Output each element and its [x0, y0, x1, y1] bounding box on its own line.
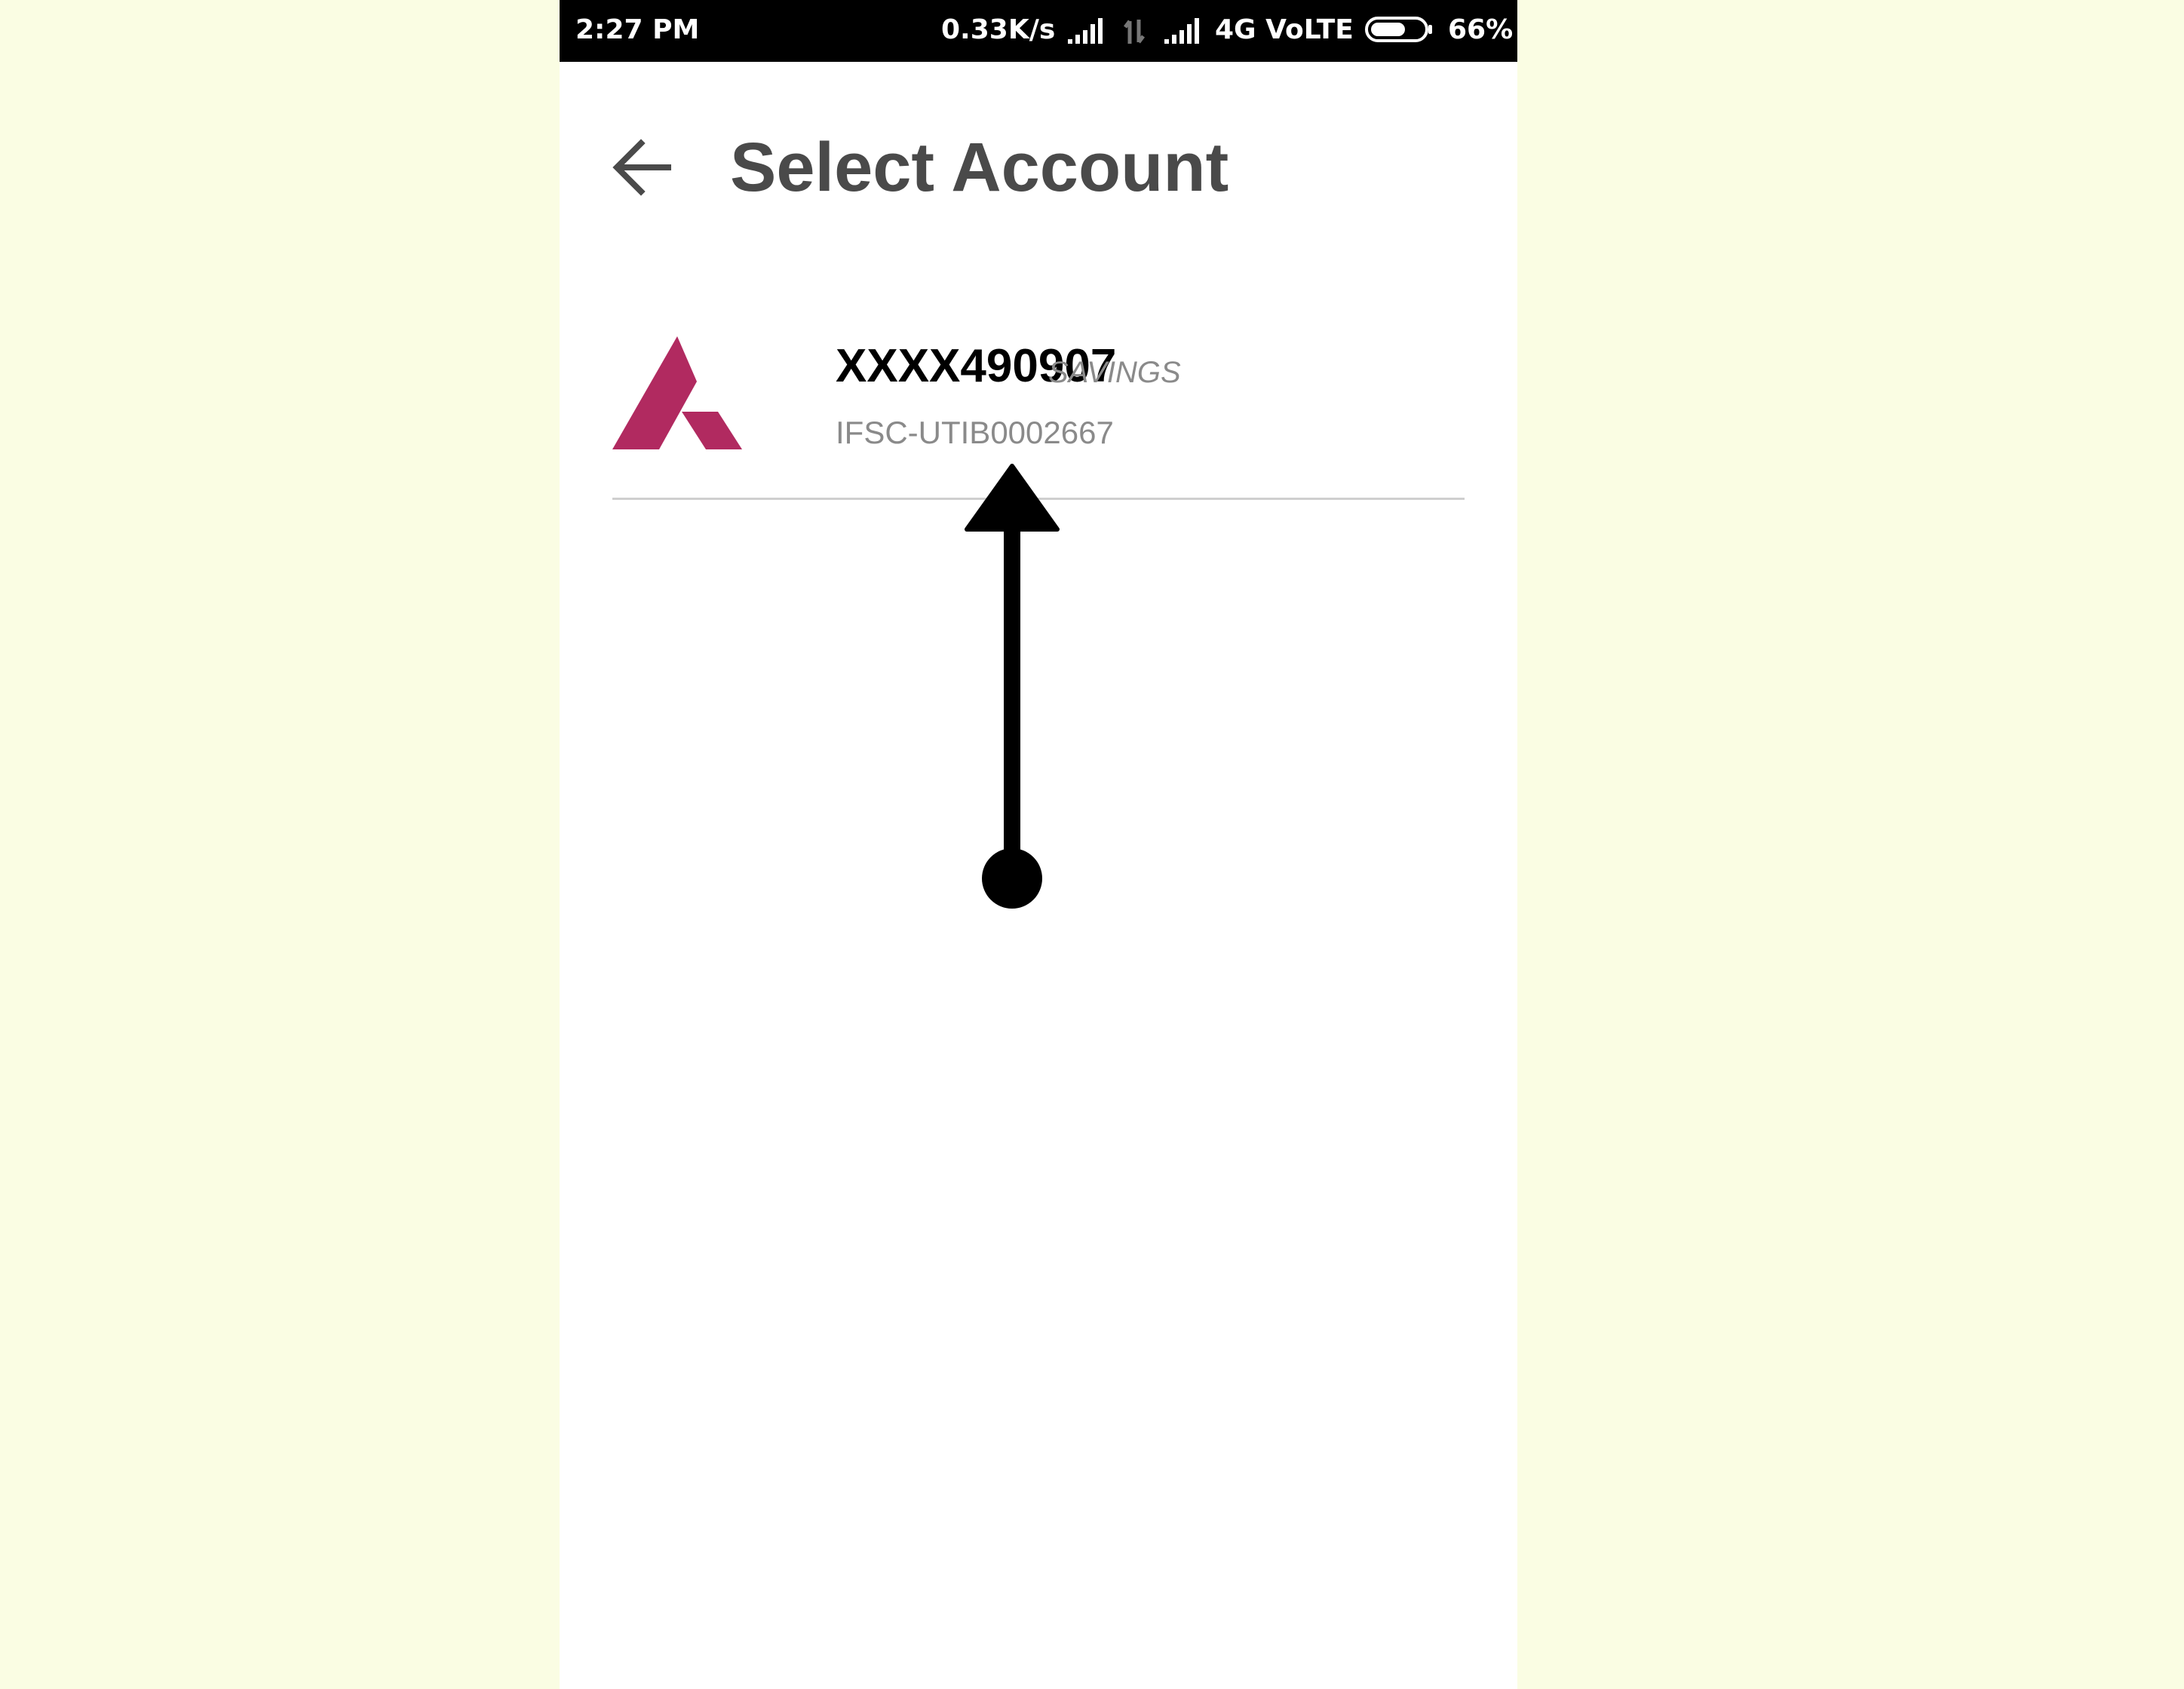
account-list-item[interactable]: XXXX490907 IFSC-UTIB0002667: [612, 317, 1465, 499]
ifsc-code: IFSC-UTIB0002667: [836, 415, 1114, 450]
arrow-left-icon: [612, 139, 671, 196]
status-bar: 2:27 PM 0.33K/s 4G VoLTE 66%: [560, 0, 1517, 62]
page-title: Select Account: [730, 129, 1229, 206]
battery-percent: 66%: [1448, 14, 1514, 45]
battery-icon: [1365, 17, 1432, 42]
signal-strength-icon: [1164, 18, 1199, 44]
back-button[interactable]: [605, 130, 680, 205]
data-transfer-icon: [1124, 20, 1145, 44]
account-type: SAVINGS: [1048, 356, 1181, 389]
list-divider: [612, 498, 1465, 500]
phone-screen: 2:27 PM 0.33K/s 4G VoLTE 66% Select Acco…: [560, 0, 1517, 1689]
swipe-up-arrow-icon: [965, 464, 1060, 909]
network-speed: 0.33K/s: [941, 14, 1056, 45]
status-time: 2:27 PM: [575, 14, 700, 45]
signal-strength-icon: [1068, 18, 1103, 44]
network-type: 4G VoLTE: [1215, 14, 1354, 45]
axis-bank-logo-icon: [612, 336, 742, 449]
